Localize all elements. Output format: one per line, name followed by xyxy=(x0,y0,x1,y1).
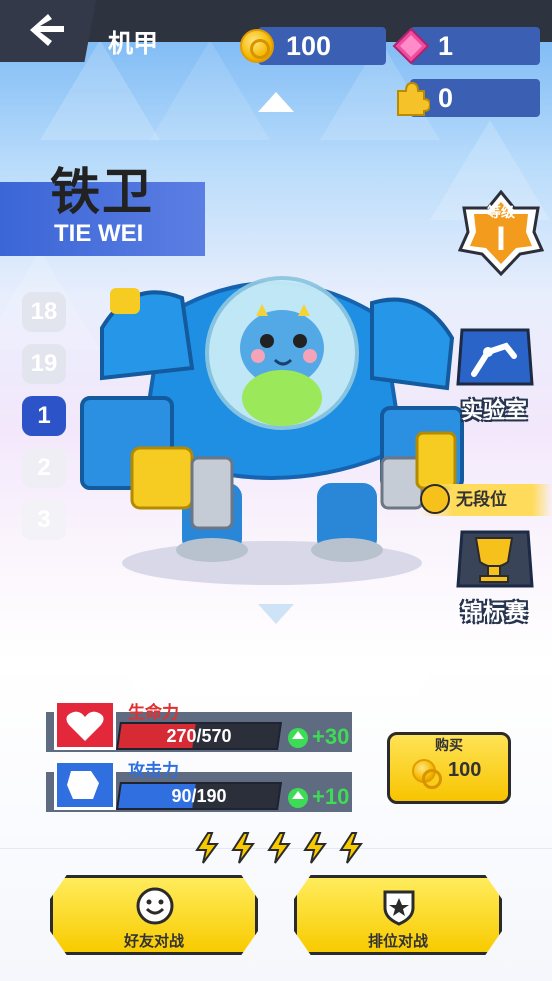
buy-label: 购买 xyxy=(435,737,463,753)
hp-label: 生命力 xyxy=(128,703,179,722)
smiley-icon xyxy=(136,887,174,925)
mech-name-en: TIE WEI xyxy=(54,220,144,247)
championship-button[interactable]: 锦标赛 xyxy=(448,528,540,627)
puzzle-count: 0 xyxy=(438,83,454,113)
coin-icon xyxy=(240,29,274,63)
lab-button[interactable]: 实验室 xyxy=(448,326,540,425)
arrow-up-icon xyxy=(288,788,308,809)
level-item-3[interactable]: 3 xyxy=(22,500,66,540)
level-item-1-selected[interactable]: 1 xyxy=(22,396,66,436)
lightning-bolt-icon xyxy=(231,832,255,864)
buy-button[interactable]: 购买 100 xyxy=(387,732,511,804)
ranked-battle-label: 排位对战 xyxy=(367,933,428,950)
mech-name-cn: 铁卫 xyxy=(50,164,154,220)
level-item-18[interactable]: 18 xyxy=(22,292,66,332)
rank-badge[interactable]: 等级 I xyxy=(457,189,545,277)
lightning-bolt-icon xyxy=(303,832,327,864)
back-arrow-icon xyxy=(30,14,64,46)
mech-character-image[interactable] xyxy=(72,258,472,588)
championship-label: 锦标赛 xyxy=(460,600,527,625)
buy-price: 100 xyxy=(448,759,482,781)
fist-icon-box xyxy=(54,760,116,810)
gem-counter: 1 xyxy=(392,27,540,65)
scroll-down-arrow-icon[interactable] xyxy=(258,604,294,624)
shield-star-icon xyxy=(383,890,415,926)
arrow-up-icon xyxy=(288,728,308,749)
gem-icon xyxy=(392,27,430,65)
atk-bonus-value: +10 xyxy=(312,784,350,809)
coin-icon xyxy=(412,759,442,789)
atk-value: 90/190 xyxy=(171,786,227,806)
heart-icon xyxy=(66,711,104,741)
friend-battle-button[interactable]: 好友对战 xyxy=(50,875,258,955)
hp-value: 270/570 xyxy=(166,726,232,746)
puzzle-piece-icon xyxy=(397,81,430,116)
trophy-small-icon xyxy=(420,484,450,514)
gem-count: 1 xyxy=(438,31,454,61)
level-item-19[interactable]: 19 xyxy=(22,344,66,384)
atk-label: 攻击力 xyxy=(128,761,179,780)
coin-count: 100 xyxy=(286,31,332,61)
page-title: 机甲 xyxy=(108,30,159,58)
rank-label: 等级 xyxy=(487,204,515,220)
panel-tab xyxy=(118,655,438,695)
ranked-battle-button[interactable]: 排位对战 xyxy=(294,875,502,955)
scroll-up-arrow-icon[interactable] xyxy=(258,92,294,112)
friend-battle-label: 好友对战 xyxy=(123,933,184,950)
segment-label: 无段位 xyxy=(456,490,507,509)
lightning-bolt-icon xyxy=(267,832,291,864)
lab-label: 实验室 xyxy=(460,398,527,423)
heart-icon-box xyxy=(54,700,116,750)
lab-robot-arm-icon xyxy=(456,328,534,386)
back-button[interactable] xyxy=(0,0,96,62)
puzzle-counter: 0 xyxy=(397,79,540,117)
hp-bonus-value: +30 xyxy=(312,724,350,749)
lightning-bolt-icon xyxy=(339,832,363,864)
lightning-bolt-icon xyxy=(195,832,219,864)
level-item-2[interactable]: 2 xyxy=(22,448,66,488)
hp-bonus: +30 xyxy=(288,724,349,750)
rank-value: I xyxy=(496,220,506,258)
segment-status: 无段位 xyxy=(420,484,552,516)
atk-bonus: +10 xyxy=(288,784,349,810)
trophy-icon xyxy=(456,530,534,588)
fist-icon xyxy=(67,771,99,799)
coin-counter: 100 xyxy=(240,27,386,65)
